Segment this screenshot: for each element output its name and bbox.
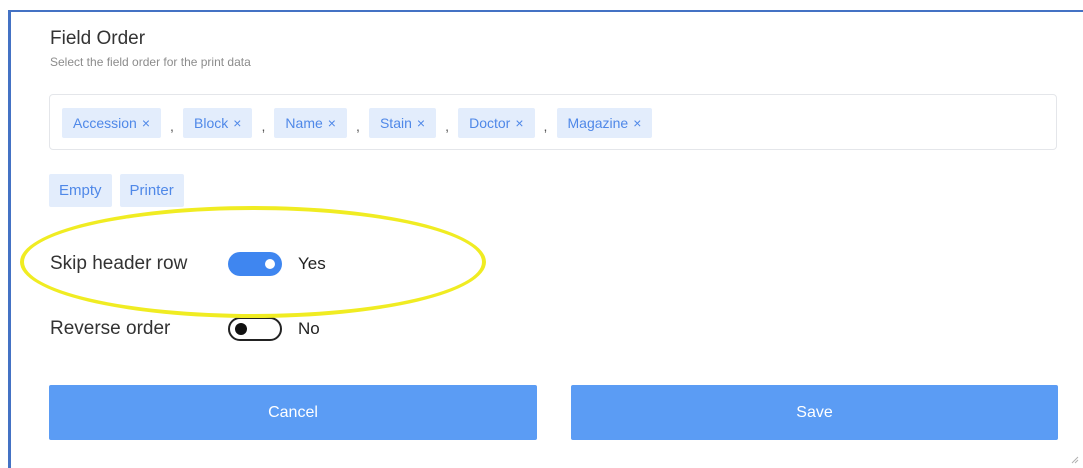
resize-handle-icon[interactable] [1069, 454, 1079, 464]
selected-tag-accession[interactable]: Accession × [62, 108, 161, 138]
panel-top-border [8, 10, 1083, 12]
panel-left-border [8, 10, 11, 468]
save-button[interactable]: Save [571, 385, 1058, 440]
available-tag-printer[interactable]: Printer [119, 174, 184, 207]
tag-label: Block [194, 115, 229, 131]
tag-separator: , [261, 118, 266, 134]
selected-tag-block[interactable]: Block × [183, 108, 253, 138]
tag-label: Accession [73, 115, 137, 131]
reverse-order-label: Reverse order [50, 318, 171, 339]
tag-label: Name [285, 115, 323, 131]
field-order-title: Field Order [50, 28, 146, 49]
field-order-selected-box[interactable]: Accession × , Block × , Name × , Stain ×… [49, 94, 1057, 150]
tag-label: Magazine [567, 115, 629, 131]
tag-label: Doctor [469, 115, 511, 131]
tag-separator: , [445, 118, 450, 134]
close-icon[interactable]: × [233, 115, 241, 131]
toggle-knob [265, 259, 275, 269]
skip-header-toggle[interactable] [228, 252, 282, 276]
selected-tag-doctor[interactable]: Doctor × [458, 108, 535, 138]
selected-tag-magazine[interactable]: Magazine × [556, 108, 653, 138]
selected-tag-name[interactable]: Name × [274, 108, 347, 138]
reverse-order-option: Reverse order No [50, 317, 320, 341]
print-settings-panel: Field Order Select the field order for t… [0, 0, 1083, 468]
reverse-order-toggle[interactable] [228, 317, 282, 341]
close-icon[interactable]: × [328, 115, 336, 131]
tag-separator: , [543, 118, 548, 134]
close-icon[interactable]: × [417, 115, 425, 131]
selected-tag-stain[interactable]: Stain × [368, 108, 437, 138]
tag-separator: , [356, 118, 360, 134]
skip-header-state: Yes [298, 254, 326, 273]
close-icon[interactable]: × [142, 115, 150, 131]
tag-label: Stain [379, 115, 412, 131]
field-order-subtitle: Select the field order for the print dat… [50, 55, 251, 69]
reverse-order-state: No [298, 319, 320, 338]
selected-tag-list: Accession × , Block × , Name × , Stain ×… [62, 108, 653, 138]
skip-header-row-option: Skip header row Yes [50, 252, 326, 276]
available-tag-empty[interactable]: Empty [49, 174, 112, 207]
close-icon[interactable]: × [515, 115, 523, 131]
skip-header-label: Skip header row [50, 253, 188, 274]
toggle-knob [235, 323, 247, 335]
tag-separator: , [170, 118, 174, 134]
available-tag-pool: Empty Printer [49, 174, 184, 207]
cancel-button[interactable]: Cancel [49, 385, 537, 440]
close-icon[interactable]: × [633, 115, 641, 131]
